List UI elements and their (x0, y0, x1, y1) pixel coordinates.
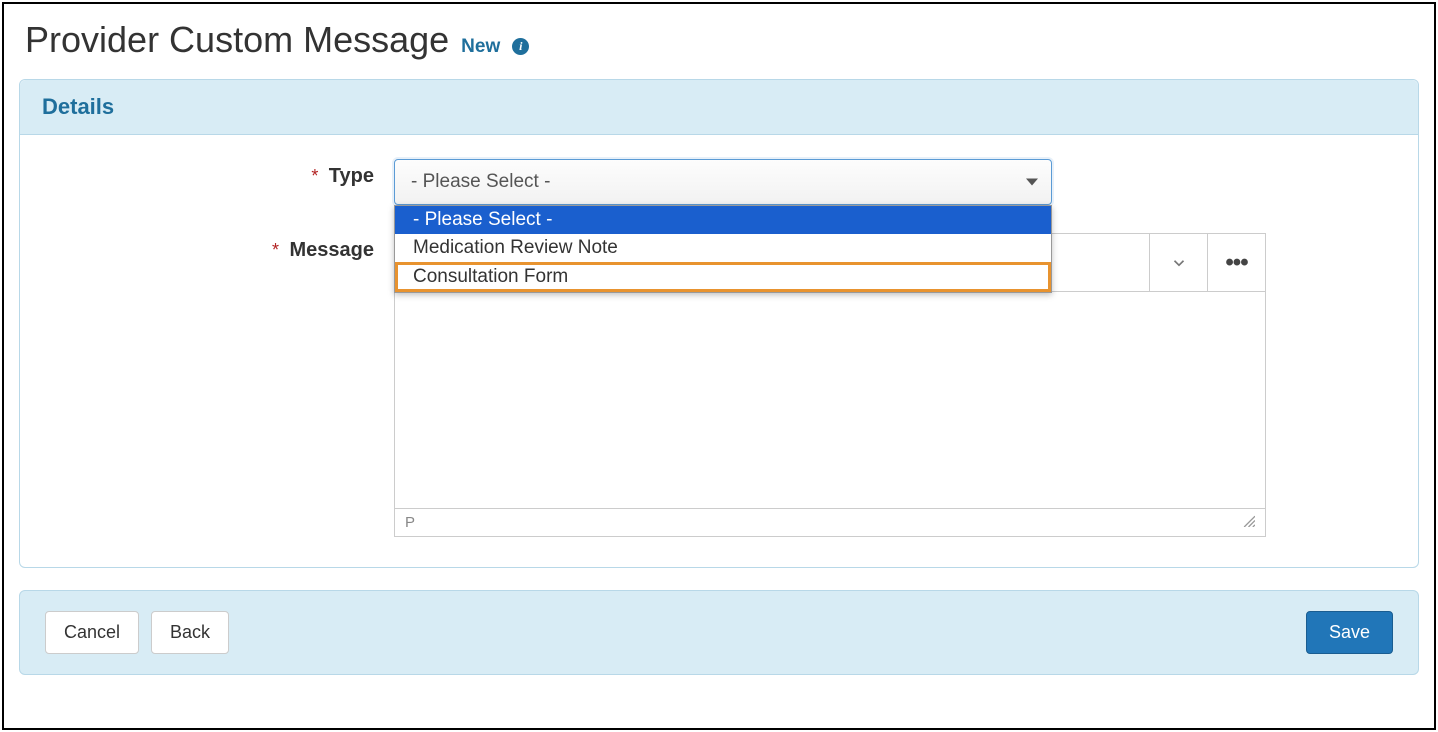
message-textarea[interactable] (395, 292, 1265, 508)
type-dropdown-list: - Please Select - Medication Review Note… (394, 205, 1052, 293)
resize-handle-icon[interactable] (1242, 514, 1255, 531)
toolbar-more-button[interactable]: ••• (1207, 234, 1265, 291)
required-indicator: * (311, 166, 318, 186)
page-title: Provider Custom Message (25, 19, 449, 61)
info-icon[interactable]: i (512, 38, 529, 55)
editor-statusbar: P (395, 508, 1265, 536)
panel-title: Details (42, 94, 114, 119)
save-button[interactable]: Save (1306, 611, 1393, 654)
details-panel: Details * Type - Please Select - - (19, 79, 1419, 568)
type-select[interactable]: - Please Select - (394, 159, 1052, 205)
back-button[interactable]: Back (151, 611, 229, 654)
message-label: Message (290, 239, 375, 261)
type-option-please-select[interactable]: - Please Select - (395, 206, 1051, 234)
page-header: Provider Custom Message New i (19, 19, 1419, 61)
cancel-button[interactable]: Cancel (45, 611, 139, 654)
panel-header: Details (20, 80, 1418, 135)
status-new-label: New (461, 36, 500, 58)
chevron-down-icon (1026, 179, 1038, 186)
action-button-bar: Cancel Back Save (19, 590, 1419, 675)
type-option-consultation-form[interactable]: Consultation Form (395, 262, 1051, 292)
editor-path: P (405, 514, 415, 531)
type-row: * Type - Please Select - - Please Select… (42, 159, 1396, 205)
ellipsis-icon: ••• (1225, 249, 1247, 277)
type-label: Type (329, 165, 374, 187)
type-option-medication-review[interactable]: Medication Review Note (395, 234, 1051, 262)
type-select-value: - Please Select - (411, 171, 550, 193)
chevron-down-icon (1170, 254, 1188, 272)
required-indicator: * (272, 240, 279, 260)
toolbar-expand-button[interactable] (1149, 234, 1207, 291)
